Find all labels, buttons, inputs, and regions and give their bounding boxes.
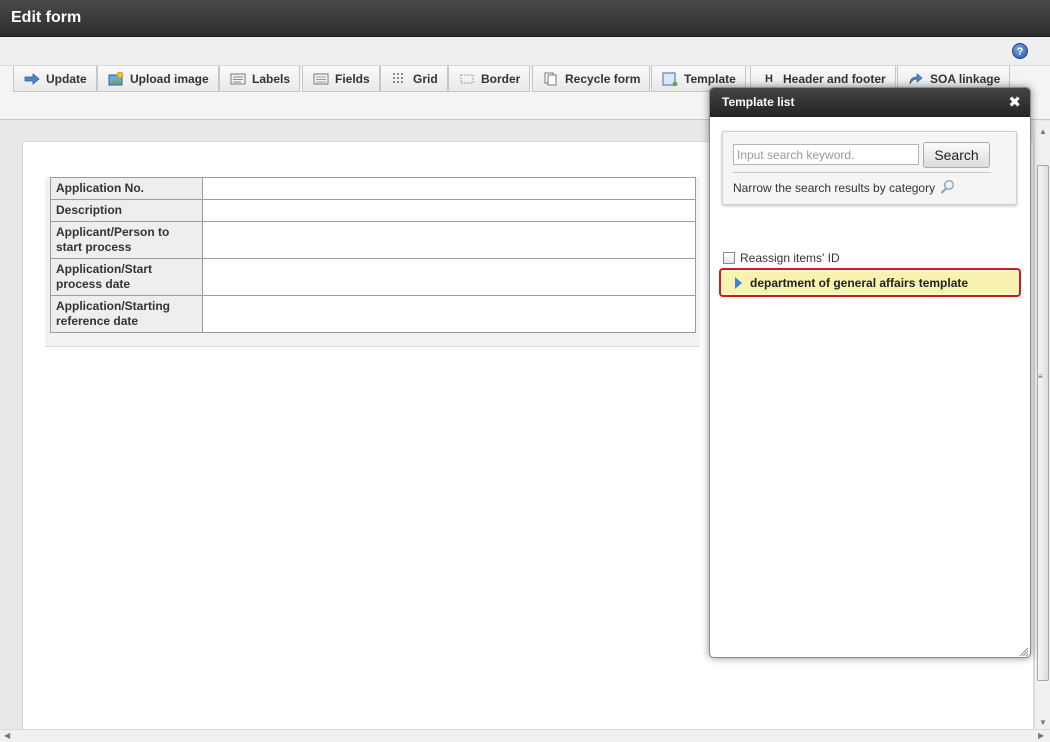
soa-linkage-label: SOA linkage [930,71,1001,86]
scroll-down-arrow-icon[interactable]: ▼ [1039,718,1047,727]
close-icon[interactable]: ✖ [1008,93,1021,111]
scroll-grip-icon: ≡ [1038,372,1043,381]
help-bar: ? [0,37,1050,66]
update-icon [24,72,40,86]
fields-button[interactable]: Fields [302,66,380,92]
form-row-label: Application No. [50,177,203,200]
grid-label: Grid [413,71,438,86]
search-button[interactable]: Search [923,142,990,168]
labels-button[interactable]: Labels [219,66,301,92]
form-row-value[interactable] [202,295,696,333]
reassign-ids-checkbox[interactable] [723,252,735,264]
soa-linkage-icon [908,72,924,86]
form-table: Application No. Description Applicant/Pe… [50,177,696,333]
narrow-by-category-label: Narrow the search results by category [733,181,936,195]
magnifier-icon[interactable] [940,179,955,197]
scroll-right-arrow-icon[interactable]: ▶ [1038,731,1044,740]
form-row[interactable]: Application No. [50,177,696,200]
form-row[interactable]: Applicant/Person to start process [50,221,696,259]
form-block[interactable]: Application No. Description Applicant/Pe… [45,177,700,347]
form-row-value[interactable] [202,221,696,259]
vertical-scrollbar[interactable]: ▲ ≡ ▼ [1034,121,1050,729]
form-row-value[interactable] [202,199,696,222]
template-icon [662,72,678,86]
reassign-ids-label: Reassign items' ID [740,251,840,265]
expand-triangle-icon[interactable] [735,276,742,289]
narrow-by-category-link[interactable]: Narrow the search results by category [733,179,955,197]
dialog-header: Template list ✖ [710,88,1030,116]
form-row-value[interactable] [202,258,696,296]
form-row-label: Application/Start process date [50,258,203,296]
form-row[interactable]: Application/Start process date [50,258,696,296]
window-title: Edit form [11,9,82,26]
reassign-ids-option[interactable]: Reassign items' ID [723,251,840,265]
upload-image-label: Upload image [130,71,209,86]
header-footer-icon: H [765,72,773,85]
upload-image-icon [108,71,124,86]
form-row[interactable]: Description [50,199,696,222]
scrollbar-thumb[interactable] [1037,165,1049,681]
labels-icon [230,72,246,86]
grid-icon [391,72,407,86]
fields-icon [313,72,329,86]
dialog-title: Template list [722,95,795,109]
divider [733,172,991,173]
template-item-label: department of general affairs template [750,275,969,290]
labels-label: Labels [252,71,291,86]
dialog-body: Search Narrow the search results by cate… [710,116,1030,657]
fields-label: Fields [335,71,370,86]
header-footer-label: Header and footer [783,71,886,86]
resize-grip-icon[interactable] [1019,646,1029,657]
border-button[interactable]: Border [448,66,531,92]
form-row-label: Description [50,199,203,222]
form-row-label: Applicant/Person to start process [50,221,203,259]
template-label: Template [684,71,736,86]
form-row-value[interactable] [202,177,696,200]
search-panel: Search Narrow the search results by cate… [722,131,1017,205]
template-item[interactable]: department of general affairs template [719,268,1021,297]
border-label: Border [481,71,521,86]
update-button[interactable]: Update [13,66,97,92]
grid-button[interactable]: Grid [380,66,448,92]
recycle-form-label: Recycle form [565,71,641,86]
scroll-left-arrow-icon[interactable]: ◀ [4,731,10,740]
border-icon [459,72,475,86]
update-label: Update [46,71,87,86]
help-icon[interactable]: ? [1012,43,1028,59]
title-bar: Edit form [0,0,1050,37]
form-row-label: Application/Starting reference date [50,295,203,333]
recycle-form-button[interactable]: Recycle form [532,66,651,92]
recycle-form-icon [543,72,559,86]
template-list-dialog: Template list ✖ Search Narrow the search… [709,87,1031,658]
search-input[interactable] [733,144,919,165]
form-row[interactable]: Application/Starting reference date [50,295,696,333]
horizontal-scrollbar[interactable]: ◀ ▶ [0,729,1050,742]
upload-image-button[interactable]: Upload image [97,66,219,92]
scroll-up-arrow-icon[interactable]: ▲ [1039,127,1047,136]
